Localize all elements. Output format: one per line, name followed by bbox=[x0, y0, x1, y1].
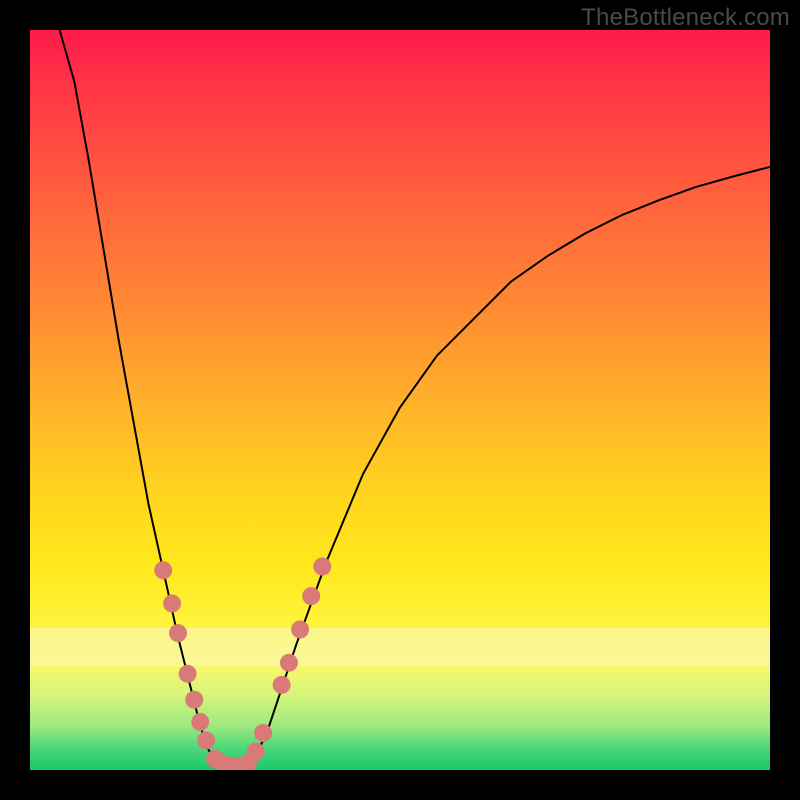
data-marker bbox=[273, 676, 291, 694]
data-marker bbox=[179, 665, 197, 683]
data-marker bbox=[191, 713, 209, 731]
data-marker bbox=[254, 724, 272, 742]
marker-group bbox=[154, 558, 331, 771]
data-marker bbox=[280, 654, 298, 672]
data-marker bbox=[291, 620, 309, 638]
watermark-text: TheBottleneck.com bbox=[581, 4, 790, 32]
data-marker bbox=[313, 558, 331, 576]
data-marker bbox=[163, 595, 181, 613]
data-marker bbox=[169, 624, 187, 642]
chart-svg bbox=[30, 30, 770, 770]
data-marker bbox=[247, 743, 265, 761]
data-marker bbox=[185, 691, 203, 709]
data-marker bbox=[197, 731, 215, 749]
curve-path bbox=[60, 30, 770, 767]
data-marker bbox=[302, 587, 320, 605]
chart-frame: TheBottleneck.com bbox=[0, 0, 800, 800]
data-marker bbox=[154, 561, 172, 579]
